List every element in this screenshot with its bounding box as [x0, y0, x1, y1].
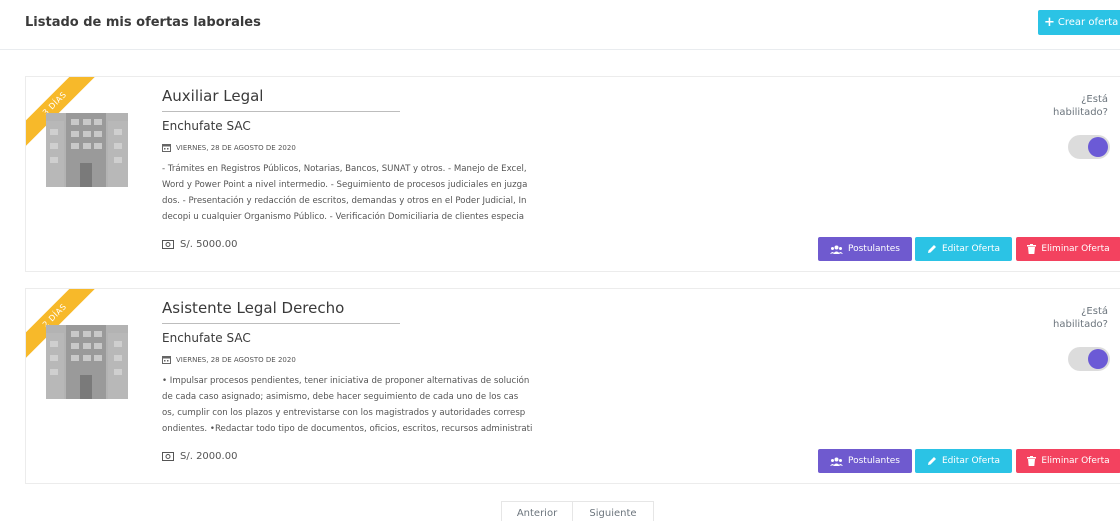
calendar-icon	[162, 356, 171, 364]
description-line: decopi u cualquier Organismo Público. - …	[162, 212, 525, 222]
pencil-icon	[927, 457, 936, 465]
money-icon	[162, 240, 174, 249]
applicants-button[interactable]: Postulantes	[818, 449, 912, 473]
edit-offer-button[interactable]: Editar Oferta	[915, 449, 1012, 473]
calendar-icon	[162, 144, 171, 152]
date-row: VIERNES, 28 DE AGOSTO DE 2020	[162, 355, 296, 364]
money-icon	[162, 452, 174, 461]
toggle-knob	[1088, 349, 1108, 369]
description-line: • Impulsar procesos pendientes, tener in…	[162, 376, 530, 386]
offer-date: VIERNES, 28 DE AGOSTO DE 2020	[176, 355, 296, 364]
enabled-label: ¿Está habilitado?	[1053, 94, 1108, 118]
pagination-next-button[interactable]: Siguiente	[572, 501, 654, 521]
create-offer-label: Crear oferta	[1057, 17, 1119, 28]
delete-offer-label: Eliminar Oferta	[1041, 244, 1110, 254]
offer-salary: S/. 2000.00	[180, 451, 238, 462]
description-line: dos. - Presentación y redacción de escri…	[162, 196, 527, 206]
toggle-knob	[1088, 137, 1108, 157]
page-title: Listado de mis ofertas laborales	[25, 15, 261, 30]
delete-offer-button[interactable]: Eliminar Oferta	[1016, 237, 1120, 261]
pagination-prev-button[interactable]: Anterior	[501, 501, 573, 521]
edit-offer-button[interactable]: Editar Oferta	[915, 237, 1012, 261]
job-title[interactable]: Auxiliar Legal	[162, 87, 263, 105]
building-icon	[46, 113, 128, 187]
users-icon	[829, 457, 843, 466]
description-line: de cada caso asignado; asimismo, debe ha…	[162, 392, 519, 402]
plus-icon: +	[1044, 15, 1055, 30]
enabled-toggle[interactable]	[1068, 347, 1110, 371]
create-offer-button[interactable]: + Crear oferta	[1038, 10, 1120, 35]
building-icon	[46, 325, 128, 399]
enabled-toggle[interactable]	[1068, 135, 1110, 159]
job-title[interactable]: Asistente Legal Derecho	[162, 299, 344, 317]
description-line: os, cumplir con los plazos y entrevistar…	[162, 408, 526, 418]
edit-offer-label: Editar Oferta	[941, 244, 1001, 254]
users-icon	[829, 245, 843, 254]
pencil-icon	[927, 245, 936, 253]
title-divider	[162, 111, 400, 112]
trash-icon	[1027, 456, 1037, 466]
description-line: - Trámites en Registros Públicos, Notari…	[162, 164, 527, 174]
description-line: ondientes. •Redactar todo tipo de docume…	[162, 424, 533, 434]
offer-card: 2 DÍAS Asistente Legal Derecho Enchufate…	[25, 288, 1120, 484]
delete-offer-button[interactable]: Eliminar Oferta	[1016, 449, 1120, 473]
applicants-label: Postulantes	[847, 244, 900, 254]
offer-date: VIERNES, 28 DE AGOSTO DE 2020	[176, 143, 296, 152]
description-line: Word y Power Point a nivel intermedio. -…	[162, 180, 528, 190]
enabled-label: ¿Está habilitado?	[1053, 306, 1108, 330]
company-name: Enchufate SAC	[162, 119, 251, 133]
delete-offer-label: Eliminar Oferta	[1041, 456, 1110, 466]
offer-salary: S/. 5000.00	[180, 239, 238, 250]
title-divider	[162, 323, 400, 324]
salary-row: S/. 5000.00	[162, 239, 237, 250]
offer-card: 3 DÍAS Auxiliar Legal Enchufate SAC VIER…	[25, 76, 1120, 272]
trash-icon	[1027, 244, 1037, 254]
applicants-label: Postulantes	[847, 456, 900, 466]
salary-row: S/. 2000.00	[162, 451, 237, 462]
applicants-button[interactable]: Postulantes	[818, 237, 912, 261]
offer-description: - Trámites en Registros Públicos, Notari…	[162, 161, 637, 225]
date-row: VIERNES, 28 DE AGOSTO DE 2020	[162, 143, 296, 152]
company-name: Enchufate SAC	[162, 331, 251, 345]
offer-description: • Impulsar procesos pendientes, tener in…	[162, 373, 637, 437]
edit-offer-label: Editar Oferta	[941, 456, 1001, 466]
page-header: Listado de mis ofertas laborales + Crear…	[0, 0, 1120, 50]
